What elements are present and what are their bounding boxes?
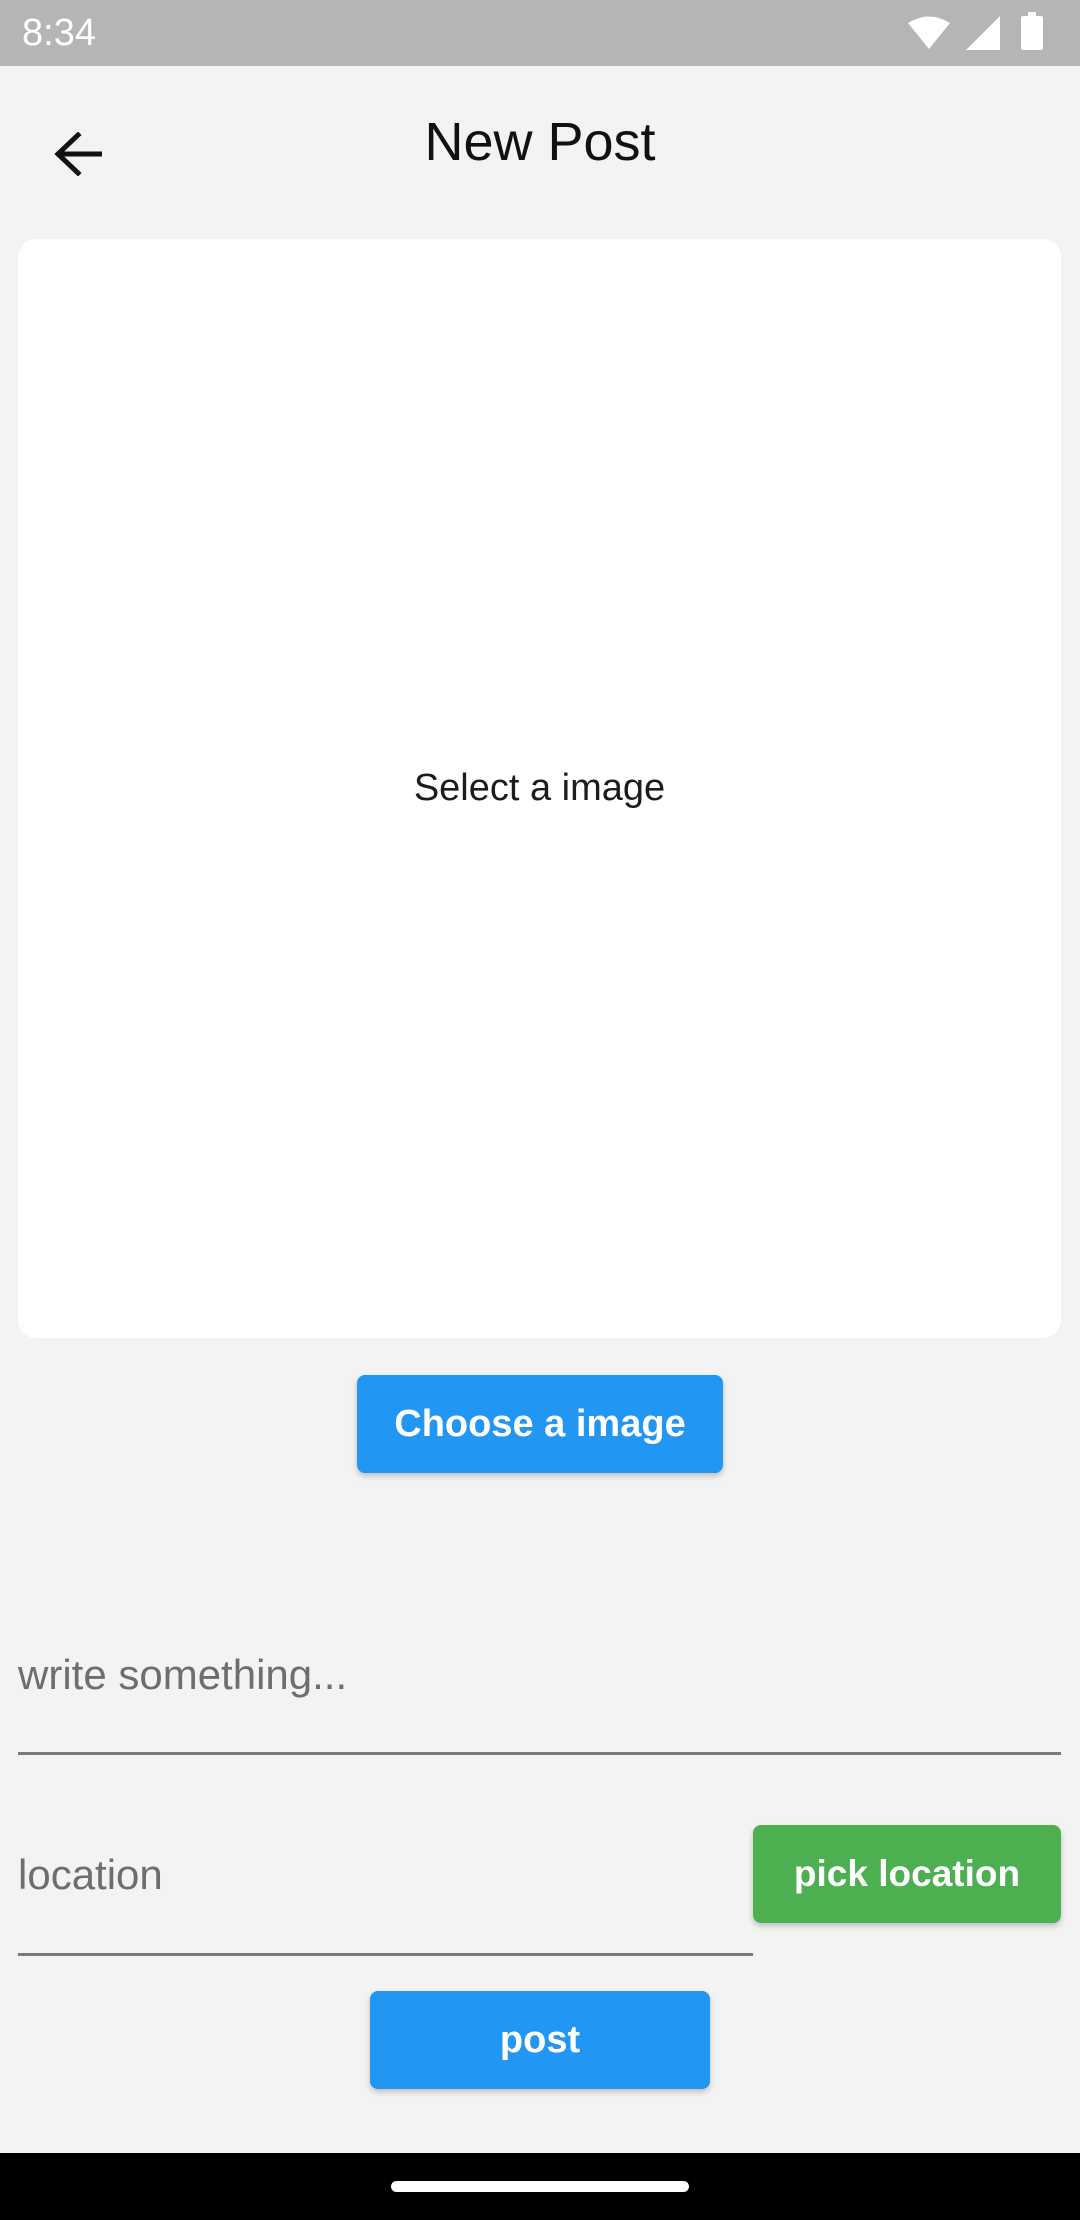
image-placeholder-text: Select a image: [413, 767, 666, 809]
status-icons: [880, 0, 1080, 66]
battery-icon: [1021, 12, 1043, 50]
wifi-icon: [908, 16, 950, 49]
signal-icon: [966, 16, 1000, 50]
pick-location-button[interactable]: pick location: [753, 1825, 1061, 1923]
status-time: 8:34: [22, 12, 96, 54]
app-bar: New Post: [0, 66, 1080, 222]
page-title: New Post: [424, 112, 656, 172]
new-post-screen: 8:34 New Post Select a image Choose a im…: [0, 0, 1080, 2220]
image-preview-card: Select a image: [18, 239, 1061, 1338]
caption-input[interactable]: [18, 1640, 1061, 1710]
location-underline: [18, 1953, 753, 1956]
choose-image-button[interactable]: Choose a image: [357, 1375, 723, 1473]
location-input[interactable]: [18, 1840, 753, 1910]
caption-underline: [18, 1752, 1061, 1755]
post-button[interactable]: post: [370, 1991, 710, 2089]
home-indicator[interactable]: [391, 2181, 689, 2192]
status-bar: 8:34: [0, 0, 1080, 66]
